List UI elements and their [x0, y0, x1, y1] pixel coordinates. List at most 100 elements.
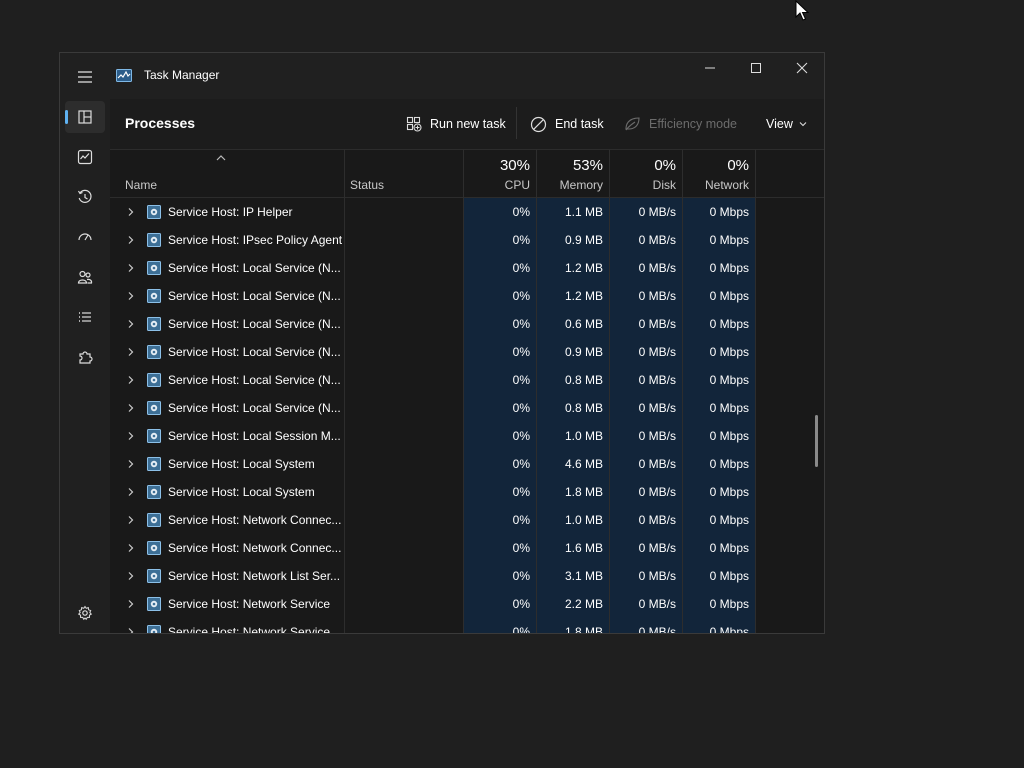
process-row[interactable]: Service Host: Local System 0% 1.8 MB 0 M…	[110, 478, 824, 506]
service-host-gear-icon	[147, 569, 161, 583]
expand-chevron-icon[interactable]	[126, 235, 135, 245]
startup-gauge-icon	[78, 233, 92, 241]
process-network: 0 Mbps	[683, 282, 755, 310]
nav-services[interactable]	[65, 341, 105, 373]
memory-total-percent: 53%	[572, 157, 603, 174]
expand-chevron-icon[interactable]	[126, 431, 135, 441]
process-cpu: 0%	[464, 450, 536, 478]
process-cpu: 0%	[464, 366, 536, 394]
process-row[interactable]: Service Host: IP Helper 0% 1.1 MB 0 MB/s…	[110, 198, 824, 226]
nav-performance[interactable]	[65, 141, 105, 173]
process-cpu: 0%	[464, 338, 536, 366]
expand-chevron-icon[interactable]	[126, 571, 135, 581]
expand-chevron-icon[interactable]	[126, 291, 135, 301]
expand-chevron-icon[interactable]	[126, 627, 135, 633]
service-host-gear-icon	[147, 317, 161, 331]
process-network: 0 Mbps	[683, 394, 755, 422]
nav-settings[interactable]	[65, 597, 105, 629]
process-name: Service Host: Local Service (N...	[168, 261, 341, 275]
column-header-memory[interactable]: 53% Memory	[537, 149, 609, 197]
process-network: 0 Mbps	[683, 562, 755, 590]
process-row[interactable]: Service Host: Local Service (N... 0% 0.6…	[110, 310, 824, 338]
column-header-name[interactable]: Name	[110, 149, 344, 197]
service-host-gear-icon	[147, 541, 161, 555]
column-header-disk[interactable]: 0% Disk	[610, 149, 682, 197]
process-memory: 1.0 MB	[537, 506, 609, 534]
process-cpu: 0%	[464, 226, 536, 254]
process-row[interactable]: Service Host: Network Service 0% 1.8 MB …	[110, 618, 824, 633]
efficiency-mode-button[interactable]: Efficiency mode	[624, 114, 737, 134]
hamburger-menu-icon[interactable]	[74, 66, 96, 88]
expand-chevron-icon[interactable]	[126, 487, 135, 497]
nav-startup-apps[interactable]	[65, 221, 105, 253]
expand-chevron-icon[interactable]	[126, 599, 135, 609]
process-memory: 1.6 MB	[537, 534, 609, 562]
expand-chevron-icon[interactable]	[126, 515, 135, 525]
service-host-gear-icon	[147, 429, 161, 443]
run-new-task-button[interactable]: Run new task	[406, 114, 506, 134]
nav-users[interactable]	[65, 261, 105, 293]
end-task-button[interactable]: End task	[530, 114, 604, 134]
expand-chevron-icon[interactable]	[126, 543, 135, 553]
minimize-icon[interactable]	[696, 59, 724, 77]
process-row[interactable]: Service Host: Local Service (N... 0% 0.9…	[110, 338, 824, 366]
process-list: Service Host: IP Helper 0% 1.1 MB 0 MB/s…	[110, 198, 824, 633]
process-row[interactable]: Service Host: Local Service (N... 0% 1.2…	[110, 254, 824, 282]
process-memory: 1.2 MB	[537, 254, 609, 282]
process-memory: 1.1 MB	[537, 198, 609, 226]
column-header-cpu[interactable]: 30% CPU	[464, 149, 536, 197]
disk-total-percent: 0%	[654, 157, 676, 174]
task-manager-app-icon	[116, 69, 132, 82]
nav-app-history[interactable]	[65, 181, 105, 213]
process-row[interactable]: Service Host: Network Service 0% 2.2 MB …	[110, 590, 824, 618]
nav-details[interactable]	[65, 301, 105, 333]
command-bar: Processes Run new task End task Efficien…	[110, 99, 824, 150]
process-name: Service Host: Local System	[168, 485, 315, 499]
expand-chevron-icon[interactable]	[126, 263, 135, 273]
process-row[interactable]: Service Host: Local Service (N... 0% 0.8…	[110, 394, 824, 422]
process-cpu: 0%	[464, 534, 536, 562]
process-row[interactable]: Service Host: Local Service (N... 0% 0.8…	[110, 366, 824, 394]
process-name: Service Host: Local Service (N...	[168, 289, 341, 303]
process-row[interactable]: Service Host: IPsec Policy Agent 0% 0.9 …	[110, 226, 824, 254]
expand-chevron-icon[interactable]	[126, 375, 135, 385]
vertical-scrollbar[interactable]	[815, 415, 818, 467]
expand-chevron-icon[interactable]	[126, 319, 135, 329]
process-disk: 0 MB/s	[610, 282, 682, 310]
process-row[interactable]: Service Host: Local Session M... 0% 1.0 …	[110, 422, 824, 450]
view-dropdown-button[interactable]: View	[766, 114, 807, 134]
maximize-icon[interactable]	[742, 59, 770, 77]
process-name: Service Host: Local Service (N...	[168, 345, 341, 359]
process-row[interactable]: Service Host: Network Connec... 0% 1.0 M…	[110, 506, 824, 534]
expand-chevron-icon[interactable]	[126, 347, 135, 357]
process-row[interactable]: Service Host: Network List Ser... 0% 3.1…	[110, 562, 824, 590]
process-row[interactable]: Service Host: Network Connec... 0% 1.6 M…	[110, 534, 824, 562]
process-network: 0 Mbps	[683, 534, 755, 562]
process-network: 0 Mbps	[683, 450, 755, 478]
network-total-percent: 0%	[727, 157, 749, 174]
process-cpu: 0%	[464, 310, 536, 338]
services-puzzle-icon	[79, 351, 93, 364]
process-row[interactable]: Service Host: Local System 0% 4.6 MB 0 M…	[110, 450, 824, 478]
process-cpu: 0%	[464, 506, 536, 534]
nav-processes[interactable]	[65, 101, 105, 133]
process-memory: 0.8 MB	[537, 394, 609, 422]
users-icon	[77, 270, 93, 284]
process-disk: 0 MB/s	[610, 338, 682, 366]
cpu-total-percent: 30%	[499, 157, 530, 174]
expand-chevron-icon[interactable]	[126, 207, 135, 217]
close-icon[interactable]	[788, 59, 816, 77]
service-host-gear-icon	[147, 457, 161, 471]
process-cpu: 0%	[464, 562, 536, 590]
expand-chevron-icon[interactable]	[126, 459, 135, 469]
column-name-label: Name	[125, 178, 158, 192]
column-header-status[interactable]: Status	[345, 149, 463, 197]
column-header-network[interactable]: 0% Network	[683, 149, 755, 197]
title-bar: Task Manager	[60, 53, 824, 99]
process-row[interactable]: Service Host: Local Service (N... 0% 1.2…	[110, 282, 824, 310]
process-disk: 0 MB/s	[610, 198, 682, 226]
window-title: Task Manager	[144, 68, 220, 82]
expand-chevron-icon[interactable]	[126, 403, 135, 413]
process-cpu: 0%	[464, 618, 536, 633]
process-memory: 0.9 MB	[537, 226, 609, 254]
